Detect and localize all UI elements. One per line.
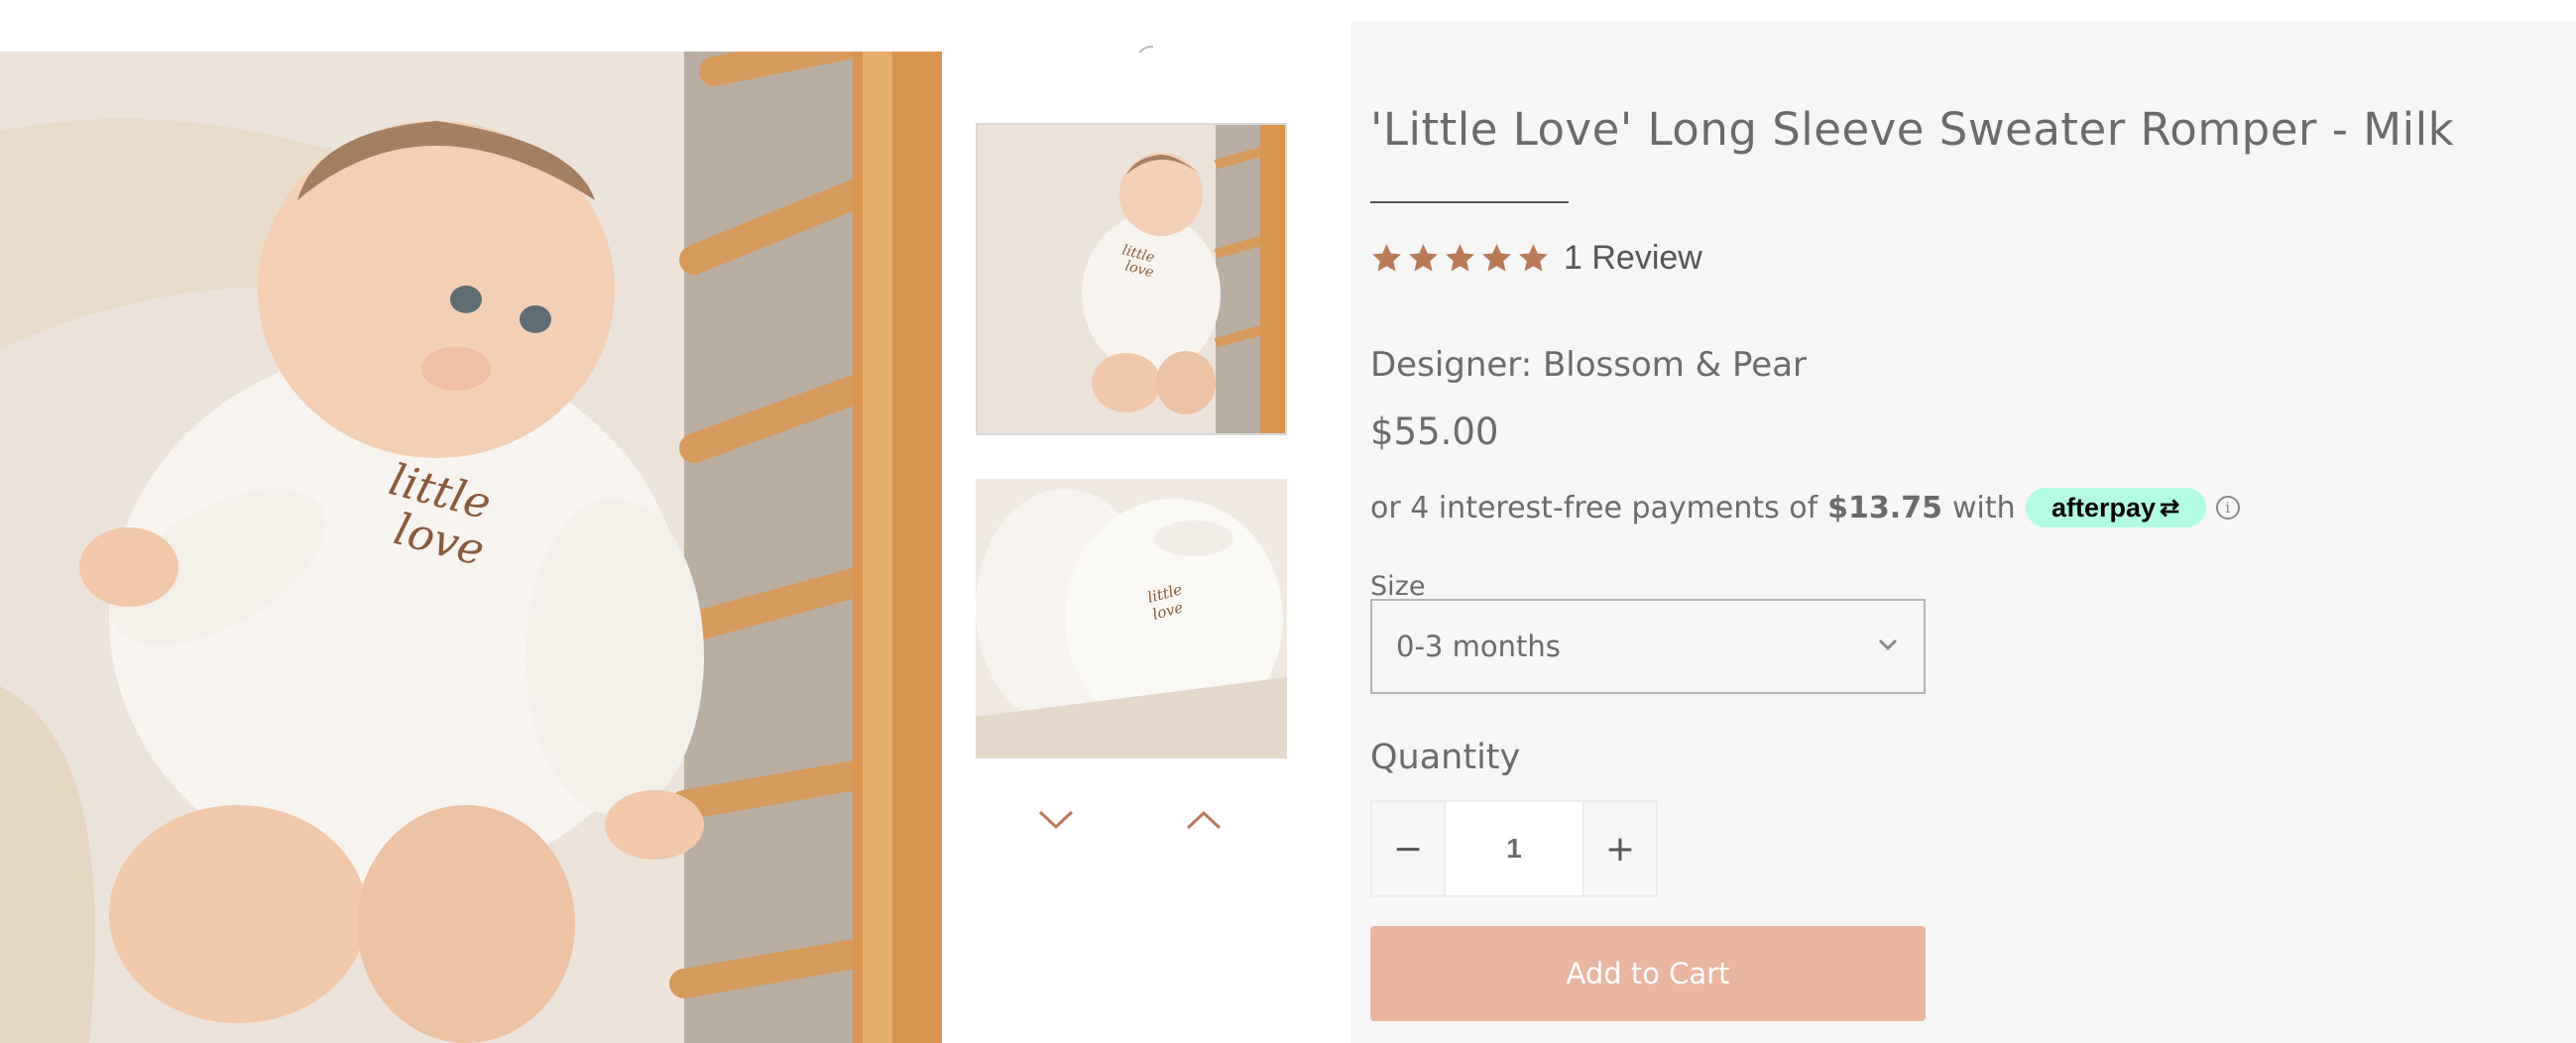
afterpay-brand: afterpay bbox=[2051, 492, 2157, 522]
thumbnail-2[interactable]: little love bbox=[976, 479, 1287, 758]
star-icon bbox=[1482, 243, 1511, 272]
designer-label: Designer: Blossom & Pear bbox=[1370, 345, 1808, 385]
afterpay-amount: $13.75 bbox=[1827, 490, 1942, 525]
title-divider bbox=[1370, 201, 1569, 203]
thumbnail-next-button[interactable] bbox=[1036, 805, 1076, 835]
size-label: Size bbox=[1370, 571, 1426, 602]
product-title: 'Little Love' Long Sleeve Sweater Romper… bbox=[1370, 103, 2455, 156]
quantity-stepper: − 1 + bbox=[1370, 800, 1658, 897]
product-price: $55.00 bbox=[1370, 410, 1499, 453]
reviews-link[interactable]: 1 Review bbox=[1564, 239, 1702, 278]
star-icon bbox=[1519, 243, 1548, 272]
quantity-label: Quantity bbox=[1370, 738, 1521, 777]
quantity-increment-button[interactable]: + bbox=[1582, 800, 1658, 897]
quantity-decrement-button[interactable]: − bbox=[1370, 800, 1446, 897]
afterpay-prefix: or 4 interest-free payments of bbox=[1370, 490, 1818, 525]
size-selected-value: 0-3 months bbox=[1396, 630, 1561, 663]
quantity-input[interactable]: 1 bbox=[1446, 800, 1582, 897]
afterpay-installments: or 4 interest-free payments of $13.75 wi… bbox=[1370, 486, 2240, 529]
star-icon bbox=[1409, 243, 1438, 272]
main-product-image: little love bbox=[0, 52, 942, 1043]
star-rating bbox=[1370, 242, 1550, 275]
afterpay-logo: afterpay ⇄ bbox=[2025, 488, 2206, 527]
star-icon bbox=[1446, 243, 1474, 272]
chevron-up-icon bbox=[1186, 810, 1222, 830]
product-rating[interactable]: 1 Review bbox=[1370, 236, 1702, 280]
add-to-cart-button[interactable]: Add to Cart bbox=[1370, 926, 1926, 1021]
afterpay-suffix: with bbox=[1951, 490, 2016, 525]
afterpay-loop-icon: ⇄ bbox=[2160, 494, 2180, 522]
chevron-down-icon bbox=[1038, 810, 1074, 830]
thumbnail-scroll-hint bbox=[1138, 46, 1154, 54]
thumbnail-1[interactable]: little love bbox=[976, 123, 1287, 435]
product-info-panel: 'Little Love' Long Sleeve Sweater Romper… bbox=[1350, 22, 2576, 1043]
info-icon[interactable]: i bbox=[2215, 496, 2240, 520]
thumbnail-prev-button[interactable] bbox=[1184, 805, 1224, 835]
size-select[interactable]: 0-3 months bbox=[1370, 599, 1926, 694]
chevron-down-icon bbox=[1878, 638, 1898, 651]
star-icon bbox=[1372, 243, 1401, 272]
